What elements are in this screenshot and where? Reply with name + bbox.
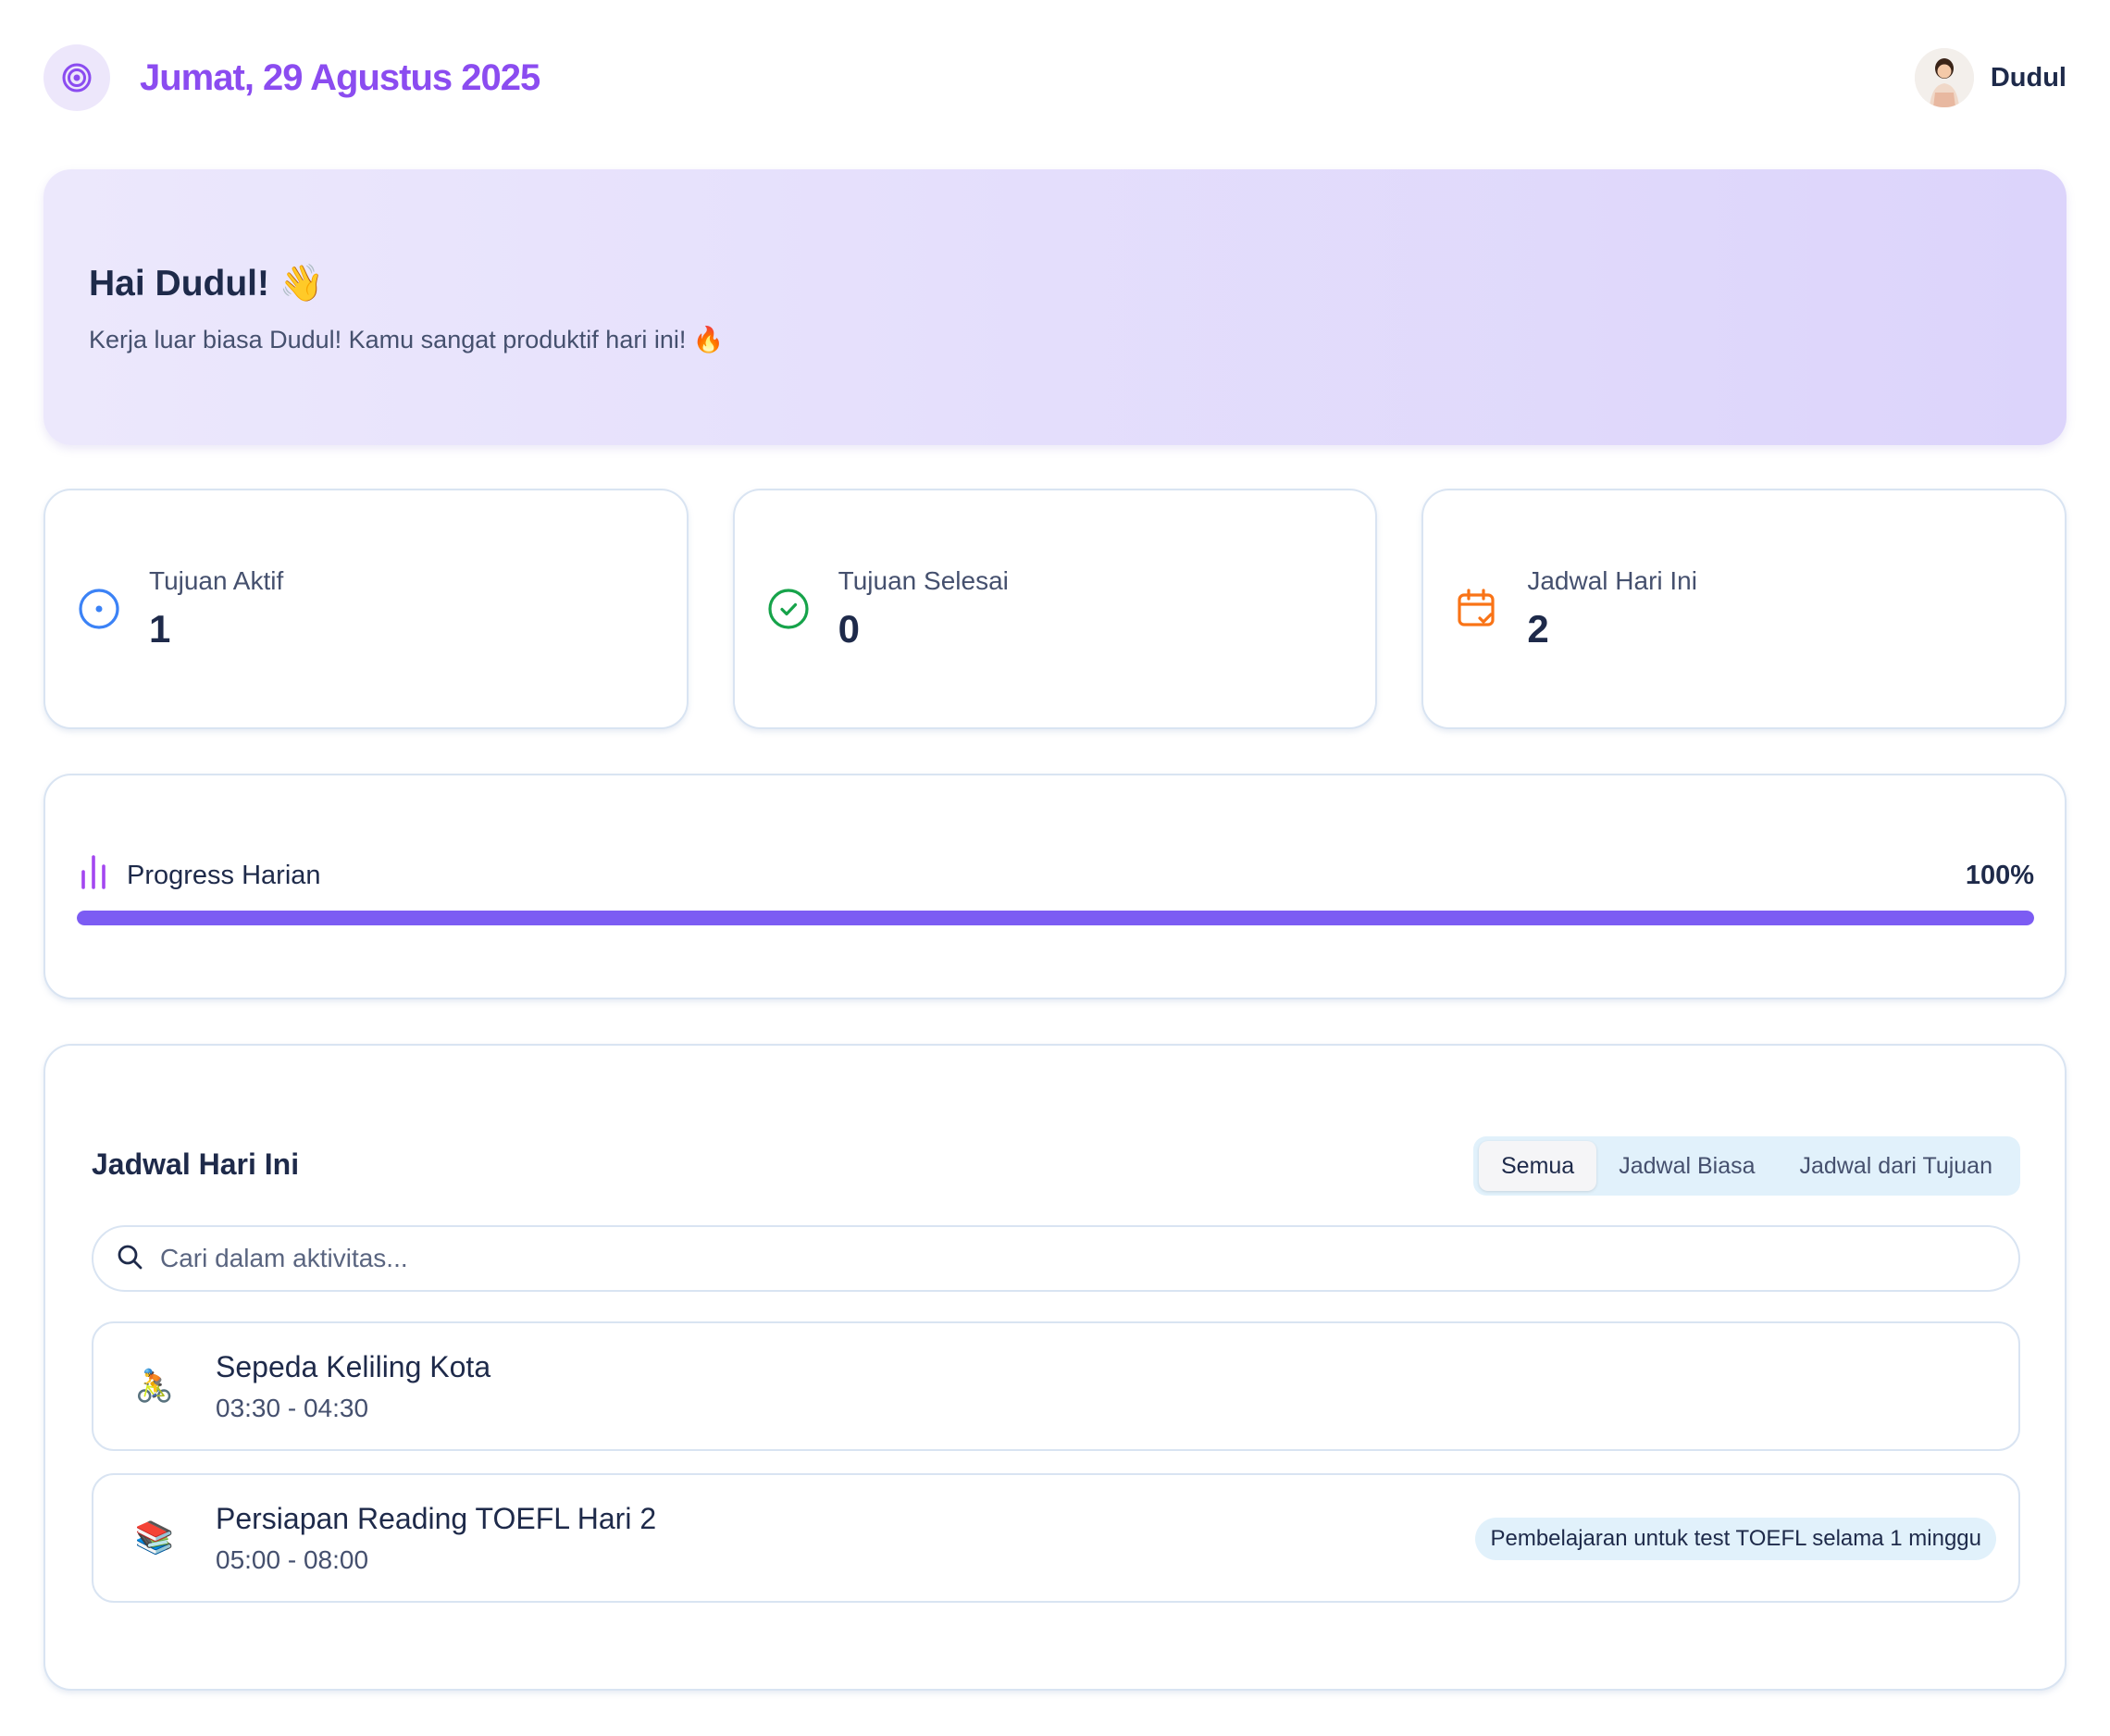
search-input[interactable] xyxy=(160,1244,1826,1273)
stat-card-completed-goals: Tujuan Selesai 0 xyxy=(732,489,1378,729)
header-left: Jumat, 29 Agustus 2025 xyxy=(43,44,540,111)
stats-row: Tujuan Aktif 1 Tujuan Selesai 0 Jadwal H… xyxy=(43,489,2067,729)
books-icon: 📚 xyxy=(134,1518,175,1558)
schedule-card: Jadwal Hari Ini Semua Jadwal Biasa Jadwa… xyxy=(43,1044,2067,1691)
tab-goal-schedule[interactable]: Jadwal dari Tujuan xyxy=(1778,1141,2015,1191)
stat-label: Tujuan Selesai xyxy=(838,566,1009,595)
calendar-check-icon xyxy=(1455,587,1499,631)
goal-badge: Pembelajaran untuk test TOEFL selama 1 m… xyxy=(1475,1518,1996,1560)
page-title: Jumat, 29 Agustus 2025 xyxy=(140,56,540,98)
search-icon xyxy=(116,1243,143,1275)
bar-chart-icon xyxy=(79,853,108,898)
progress-header: Progress Harian 100% xyxy=(79,853,2034,898)
activity-title: Persiapan Reading TOEFL Hari 2 xyxy=(216,1501,657,1535)
bicycle-icon: 🚴 xyxy=(134,1366,175,1407)
activity-emoji: 🚴 xyxy=(134,1369,175,1404)
daily-progress-card: Progress Harian 100% xyxy=(43,774,2067,999)
stat-label: Jadwal Hari Ini xyxy=(1527,566,1697,595)
progress-title: Progress Harian xyxy=(127,860,321,890)
stat-value: 2 xyxy=(1527,607,1549,651)
greeting-message: Kerja luar biasa Dudul! Kamu sangat prod… xyxy=(89,326,725,353)
activity-time: 05:00 - 08:00 xyxy=(216,1544,369,1574)
activity-title: Sepeda Keliling Kota xyxy=(216,1349,491,1383)
user-name: Dudul xyxy=(1990,62,2067,93)
activity-emoji: 📚 xyxy=(134,1520,175,1556)
stat-label: Tujuan Aktif xyxy=(149,566,284,595)
target-icon xyxy=(43,44,110,111)
stat-value: 1 xyxy=(149,607,171,651)
stat-value: 0 xyxy=(838,607,861,651)
stat-card-today-schedule: Jadwal Hari Ini 2 xyxy=(1421,489,2067,729)
search-box xyxy=(92,1225,2020,1292)
schedule-title: Jadwal Hari Ini xyxy=(92,1147,300,1181)
greeting-title: Hai Dudul! 👋 xyxy=(89,264,325,304)
activity-time: 03:30 - 04:30 xyxy=(216,1393,369,1422)
schedule-filter-tabs: Semua Jadwal Biasa Jadwal dari Tujuan xyxy=(1473,1136,2020,1196)
progress-bar-fill xyxy=(77,911,2034,925)
progress-title-group: Progress Harian xyxy=(79,853,321,898)
target-circle-icon xyxy=(77,587,121,631)
tab-regular-schedule[interactable]: Jadwal Biasa xyxy=(1596,1141,1777,1191)
top-header: Jumat, 29 Agustus 2025 Dudul xyxy=(43,43,2067,112)
activity-item[interactable]: 📚 Persiapan Reading TOEFL Hari 2 05:00 -… xyxy=(92,1473,2020,1603)
user-menu[interactable]: Dudul xyxy=(1914,48,2067,107)
activity-item[interactable]: 🚴 Sepeda Keliling Kota 03:30 - 04:30 xyxy=(92,1321,2020,1451)
greeting-banner: Hai Dudul! 👋 Kerja luar biasa Dudul! Kam… xyxy=(43,169,2067,445)
avatar[interactable] xyxy=(1914,48,1974,107)
dashboard-page: Jumat, 29 Agustus 2025 Dudul Hai Dudul! … xyxy=(0,0,2110,1736)
check-circle-icon xyxy=(766,587,811,631)
progress-bar xyxy=(77,911,2034,925)
stat-card-active-goals: Tujuan Aktif 1 xyxy=(43,489,689,729)
tab-all[interactable]: Semua xyxy=(1479,1141,1597,1191)
progress-percent: 100% xyxy=(1965,860,2034,890)
